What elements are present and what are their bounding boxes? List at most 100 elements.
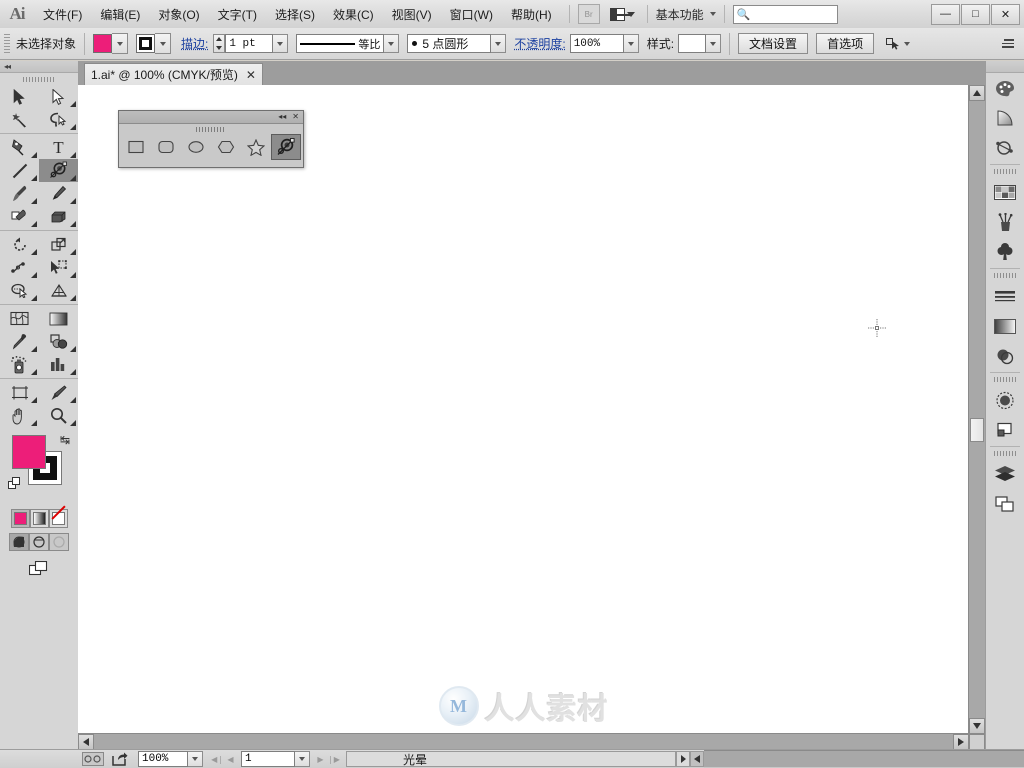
stroke-weight-stepper[interactable] xyxy=(213,34,226,53)
artboard-number-dropdown[interactable] xyxy=(295,751,310,767)
type-tool[interactable]: T xyxy=(39,136,78,159)
fullscreen-menubar-mode-button[interactable] xyxy=(29,533,49,551)
maximize-button[interactable]: □ xyxy=(961,3,990,25)
menu-select[interactable]: 选择(S) xyxy=(266,2,324,27)
artboard-surface[interactable]: M 人人素材 xyxy=(78,85,969,734)
right-dock-header[interactable] xyxy=(986,61,1024,73)
scale-tool[interactable] xyxy=(39,233,78,256)
default-fill-stroke-button[interactable] xyxy=(8,477,22,494)
stroke-weight-label[interactable]: 描边: xyxy=(181,35,208,52)
fill-swatch[interactable] xyxy=(93,34,113,53)
scroll-down-button[interactable] xyxy=(969,718,985,734)
arrange-documents-button[interactable] xyxy=(606,6,639,23)
opacity-input[interactable]: 100% xyxy=(569,34,624,53)
opacity-dropdown[interactable] xyxy=(623,34,639,53)
gradient-tool[interactable] xyxy=(39,307,78,330)
flare-tool[interactable] xyxy=(271,134,301,160)
swap-fill-stroke-icon[interactable]: ↹ xyxy=(60,433,70,447)
mesh-tool[interactable] xyxy=(0,307,39,330)
stepper-up-icon[interactable] xyxy=(216,37,223,42)
panel-menu-button[interactable] xyxy=(1000,39,1014,48)
graphic-styles-panel-button[interactable] xyxy=(986,415,1024,445)
status-scroll-left-button[interactable] xyxy=(690,751,704,767)
swatches-panel-button[interactable] xyxy=(986,177,1024,207)
symbols-library-panel-button[interactable] xyxy=(986,237,1024,267)
menu-view[interactable]: 视图(V) xyxy=(383,2,441,27)
dock-group-grip-2[interactable] xyxy=(986,270,1024,281)
select-similar-objects-button[interactable] xyxy=(886,37,911,50)
variable-width-profile-select[interactable]: 等比 xyxy=(296,34,385,53)
toolbar-fill-swatch[interactable] xyxy=(12,435,46,469)
rounded-rectangle-tool[interactable] xyxy=(151,134,181,160)
status-menu-button[interactable] xyxy=(676,751,690,767)
fill-color-control[interactable] xyxy=(93,33,129,54)
menu-window[interactable]: 窗口(W) xyxy=(441,2,502,27)
selection-tool[interactable] xyxy=(0,85,39,108)
blend-tool[interactable] xyxy=(39,330,78,353)
shape-palette-titlebar[interactable]: ◂◂ ✕ xyxy=(119,111,303,124)
shape-tools-palette[interactable]: ◂◂ ✕ xyxy=(118,110,304,168)
artboard-tool[interactable] xyxy=(0,381,39,404)
menu-edit[interactable]: 编辑(E) xyxy=(91,2,149,27)
tools-panel-grip[interactable] xyxy=(0,73,78,85)
symbol-sprayer-tool[interactable] xyxy=(0,353,39,376)
status-scroll-track[interactable] xyxy=(704,750,1024,768)
close-icon[interactable]: ✕ xyxy=(246,68,256,82)
collapse-icon[interactable]: ◂◂ xyxy=(278,113,286,121)
menu-file[interactable]: 文件(F) xyxy=(34,2,91,27)
brushes-panel-button[interactable] xyxy=(986,207,1024,237)
search-input[interactable]: 🔍 xyxy=(732,4,838,24)
canvas-area[interactable]: M 人人素材 xyxy=(78,85,986,750)
layers-panel-button[interactable] xyxy=(986,459,1024,489)
brush-definition-select[interactable]: 5 点圆形 xyxy=(407,34,492,53)
eyedropper-tool[interactable] xyxy=(0,330,39,353)
tools-panel-header[interactable]: ◂◂ xyxy=(0,61,78,73)
artboard-number-input[interactable]: 1 xyxy=(241,751,295,767)
dock-group-grip-3[interactable] xyxy=(986,374,1024,385)
pen-tool[interactable] xyxy=(0,136,39,159)
color-guide-panel-button[interactable] xyxy=(986,103,1024,133)
color-panel-button[interactable] xyxy=(986,73,1024,103)
stroke-weight-dropdown[interactable] xyxy=(273,34,289,53)
gradient-mode-button[interactable] xyxy=(29,509,49,528)
rotate-tool[interactable] xyxy=(0,233,39,256)
vertical-scrollbar-thumb[interactable] xyxy=(970,418,984,442)
slice-tool[interactable] xyxy=(39,381,78,404)
next-artboard-button[interactable]: ▶ xyxy=(314,751,327,767)
graphic-style-swatch[interactable] xyxy=(678,34,707,53)
vertical-scrollbar[interactable] xyxy=(968,85,985,734)
gradient-panel-button[interactable] xyxy=(986,311,1024,341)
artboards-panel-button[interactable] xyxy=(986,489,1024,519)
perspective-grid-tool[interactable] xyxy=(39,279,78,302)
lasso-tool[interactable] xyxy=(39,108,78,131)
prev-artboard-button[interactable]: ◀ xyxy=(224,751,237,767)
document-setup-button[interactable]: 文档设置 xyxy=(738,33,809,54)
preferences-button[interactable]: 首选项 xyxy=(816,33,875,54)
menu-type[interactable]: 文字(T) xyxy=(209,2,266,27)
close-button[interactable]: ✕ xyxy=(991,3,1020,25)
menu-effect[interactable]: 效果(C) xyxy=(324,2,383,27)
shape-builder-tool[interactable] xyxy=(0,279,39,302)
menu-help[interactable]: 帮助(H) xyxy=(502,2,561,27)
star-tool[interactable] xyxy=(241,134,271,160)
hand-tool[interactable] xyxy=(0,404,39,427)
ellipse-tool[interactable] xyxy=(181,134,211,160)
eraser-tool[interactable] xyxy=(39,205,78,228)
stroke-weight-input[interactable]: 1 pt xyxy=(225,34,274,53)
none-mode-button[interactable] xyxy=(48,509,68,528)
zoom-tool[interactable] xyxy=(39,404,78,427)
scroll-right-button[interactable] xyxy=(953,734,969,750)
transparency-panel-button[interactable] xyxy=(986,341,1024,371)
magic-wand-tool[interactable] xyxy=(0,108,39,131)
brush-dropdown[interactable] xyxy=(491,34,507,53)
dock-group-grip-4[interactable] xyxy=(986,448,1024,459)
free-transform-tool[interactable] xyxy=(39,256,78,279)
status-indicator[interactable]: 光晕 xyxy=(346,751,676,767)
scroll-up-button[interactable] xyxy=(969,85,985,101)
direct-selection-tool[interactable] xyxy=(39,85,78,108)
normal-screen-mode-button[interactable] xyxy=(9,533,29,551)
control-bar-grip[interactable] xyxy=(4,33,10,54)
stroke-panel-button[interactable] xyxy=(986,281,1024,311)
column-graph-tool[interactable] xyxy=(39,353,78,376)
horizontal-scrollbar[interactable] xyxy=(78,733,969,750)
